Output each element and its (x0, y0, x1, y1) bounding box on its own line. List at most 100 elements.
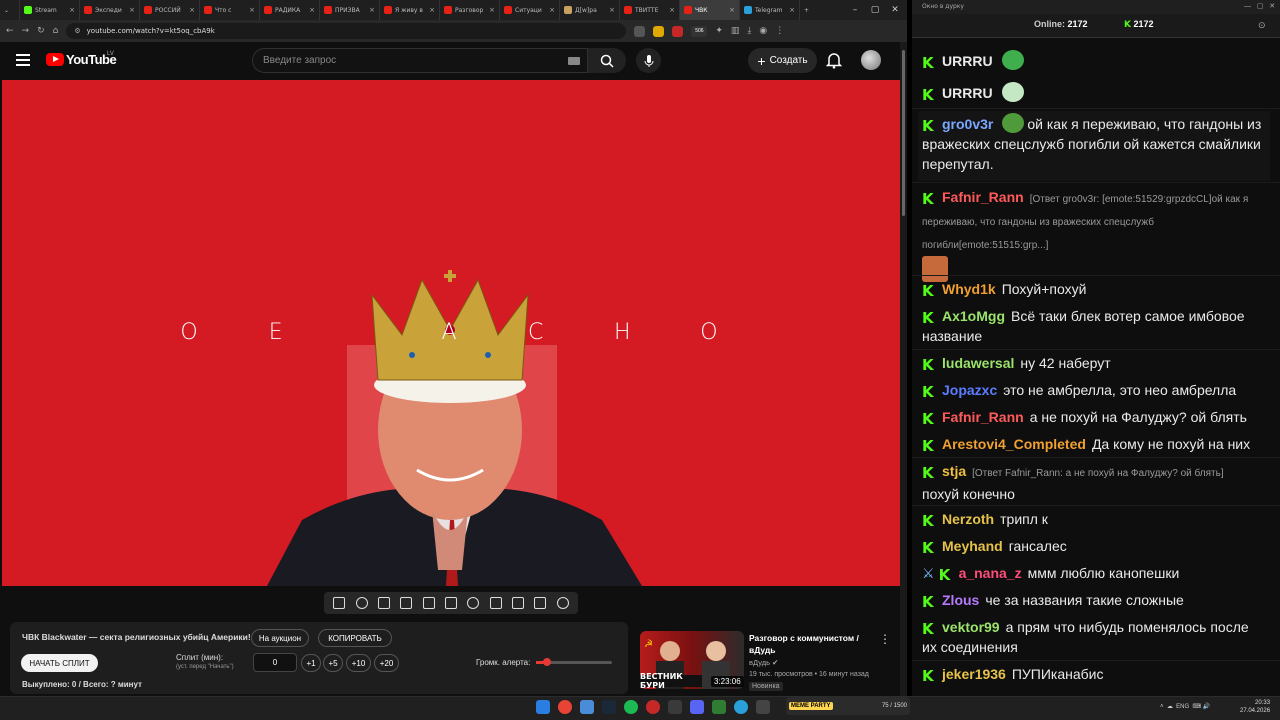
chat-window-controls[interactable]: — ▢ ✕ (1244, 2, 1275, 10)
recommended-title[interactable]: Разговор с коммунистом / вДудь (749, 632, 869, 656)
gear-icon[interactable] (556, 597, 569, 609)
add-screenshot-icon[interactable] (489, 597, 502, 609)
tab-list-button[interactable]: ⌄ (0, 0, 20, 20)
explorer-icon[interactable] (580, 700, 594, 714)
copy-button[interactable]: КОПИРОВАТЬ (318, 629, 392, 647)
increment-button[interactable]: +5 (323, 654, 343, 672)
chat-username[interactable]: gro0v3r (942, 116, 993, 132)
browser-tab[interactable]: Д[w]ра × (560, 0, 620, 20)
chat-username[interactable]: Meyhand (942, 538, 1003, 554)
tab-close-icon[interactable]: × (309, 6, 315, 14)
chat-username[interactable]: URRRU (942, 53, 993, 69)
keyboard-icon[interactable] (568, 57, 580, 65)
telegram-icon[interactable] (734, 700, 748, 714)
browser-tab[interactable]: Stream × (20, 0, 80, 20)
browser-tab[interactable]: Ситуаци × (500, 0, 560, 20)
search-input[interactable]: Введите запрос (252, 48, 588, 73)
extension-icon[interactable] (653, 25, 665, 37)
system-tray[interactable]: ˄ ☁ ENG ⌨ 🔊 (1160, 703, 1210, 710)
auction-button[interactable]: На аукцион (251, 629, 309, 647)
increment-button[interactable]: +1 (301, 654, 321, 672)
split-minutes-input[interactable]: 0 (253, 653, 297, 672)
chat-username[interactable]: Fafnir_Rann (942, 189, 1024, 205)
chat-username[interactable]: Whyd1k (942, 281, 996, 297)
browser-tab[interactable]: РАДИКА × (260, 0, 320, 20)
menu-icon[interactable] (16, 54, 30, 66)
tab-close-icon[interactable]: × (249, 6, 255, 14)
notifications-button[interactable] (825, 51, 843, 74)
more-options-icon[interactable]: ⋮ (879, 632, 891, 646)
flask-icon[interactable] (534, 597, 547, 609)
tab-close-icon[interactable]: × (549, 6, 555, 14)
chat-username[interactable]: ludawersal (942, 355, 1014, 371)
browser-tab[interactable]: Разговор × (440, 0, 500, 20)
tab-close-icon[interactable]: × (129, 6, 135, 14)
chat-username[interactable]: a_nana_z (959, 565, 1022, 581)
browser-tab[interactable]: Экспеди × (80, 0, 140, 20)
browser-tab[interactable]: ТВИТТЕ × (620, 0, 680, 20)
browser-tab[interactable]: Что с × (200, 0, 260, 20)
increment-button[interactable]: +10 (346, 654, 371, 672)
browser-tab[interactable]: РОССИЙ × (140, 0, 200, 20)
recommended-channel[interactable]: вДудь ✔ (749, 658, 778, 667)
start-split-button[interactable]: НАЧАТЬ СПЛИТ (21, 654, 98, 672)
chrome-icon[interactable] (558, 700, 572, 714)
minimize-button[interactable]: – (845, 0, 865, 20)
loop-icon[interactable] (333, 597, 346, 609)
chat-username[interactable]: stja (942, 463, 966, 479)
tab-close-icon[interactable]: × (429, 6, 435, 14)
browser-tab[interactable]: ПРИЗВА × (320, 0, 380, 20)
speed-icon[interactable] (467, 597, 480, 609)
screenshot-icon[interactable] (512, 597, 525, 609)
chat-feed[interactable]: URRRU URRRU gro0v3rой как я переживаю, ч… (912, 38, 1280, 696)
downloads-icon[interactable]: ⤓ (747, 26, 751, 36)
chat-username[interactable]: Arestovi4_Completed (942, 436, 1086, 452)
clock[interactable]: 20:33 27.04.2026 (1240, 699, 1270, 715)
discord-icon[interactable] (690, 700, 704, 714)
search-button[interactable] (588, 48, 626, 73)
new-tab-button[interactable]: + (800, 0, 818, 20)
menu-icon[interactable]: ⋮ (775, 26, 784, 36)
tab-close-icon[interactable]: × (489, 6, 495, 14)
chat-username[interactable]: Fafnir_Rann (942, 409, 1024, 425)
app-icon[interactable] (712, 700, 726, 714)
chat-username[interactable]: Jopazxc (942, 382, 997, 398)
app-icon[interactable] (756, 700, 770, 714)
chat-username[interactable]: Nerzoth (942, 511, 994, 527)
extension-icon[interactable] (672, 25, 684, 37)
tab-close-icon[interactable]: × (669, 6, 675, 14)
maximize-button[interactable]: ▢ (865, 0, 885, 20)
site-info-icon[interactable]: ⚙ (74, 27, 80, 35)
tab-close-icon[interactable]: × (789, 6, 795, 14)
voice-search-button[interactable] (636, 48, 661, 73)
extension-icon[interactable] (634, 25, 646, 37)
browser-tab[interactable]: ЧВК × (680, 0, 740, 20)
spotify-icon[interactable] (624, 700, 638, 714)
tab-close-icon[interactable]: × (609, 6, 615, 14)
close-window-button[interactable]: ✕ (885, 0, 905, 20)
meme-party-widget[interactable]: MEME PARTY 75 / 1500 (786, 697, 910, 715)
frames-icon[interactable] (444, 597, 457, 609)
chat-username[interactable]: URRRU (942, 85, 993, 101)
chat-username[interactable]: jeker1936 (942, 666, 1006, 682)
tab-close-icon[interactable]: × (729, 6, 735, 14)
youtube-logo-icon[interactable] (46, 53, 64, 66)
increment-button[interactable]: +20 (374, 654, 399, 672)
film-icon[interactable] (400, 597, 413, 609)
pip-icon[interactable] (422, 597, 435, 609)
back-icon[interactable]: ← (6, 26, 14, 36)
chat-username[interactable]: Ax1oMgg (942, 308, 1005, 324)
page-scrollbar-thumb[interactable] (902, 50, 905, 216)
tab-close-icon[interactable]: × (369, 6, 375, 14)
chat-username[interactable]: Zlous (942, 592, 979, 608)
tab-close-icon[interactable]: × (189, 6, 195, 14)
start-icon[interactable] (536, 700, 550, 714)
broadcast-icon[interactable] (355, 597, 368, 609)
home-icon[interactable]: ⌂ (53, 26, 59, 36)
extensions-puzzle-icon[interactable]: ✦ (715, 26, 723, 36)
reload-icon[interactable]: ↻ (37, 26, 45, 36)
gear-icon[interactable]: ⊙ (1258, 20, 1266, 31)
profile-icon[interactable]: ◉ (759, 26, 767, 36)
tab-close-icon[interactable]: × (69, 6, 75, 14)
browser-tab[interactable]: Telegram × (740, 0, 800, 20)
